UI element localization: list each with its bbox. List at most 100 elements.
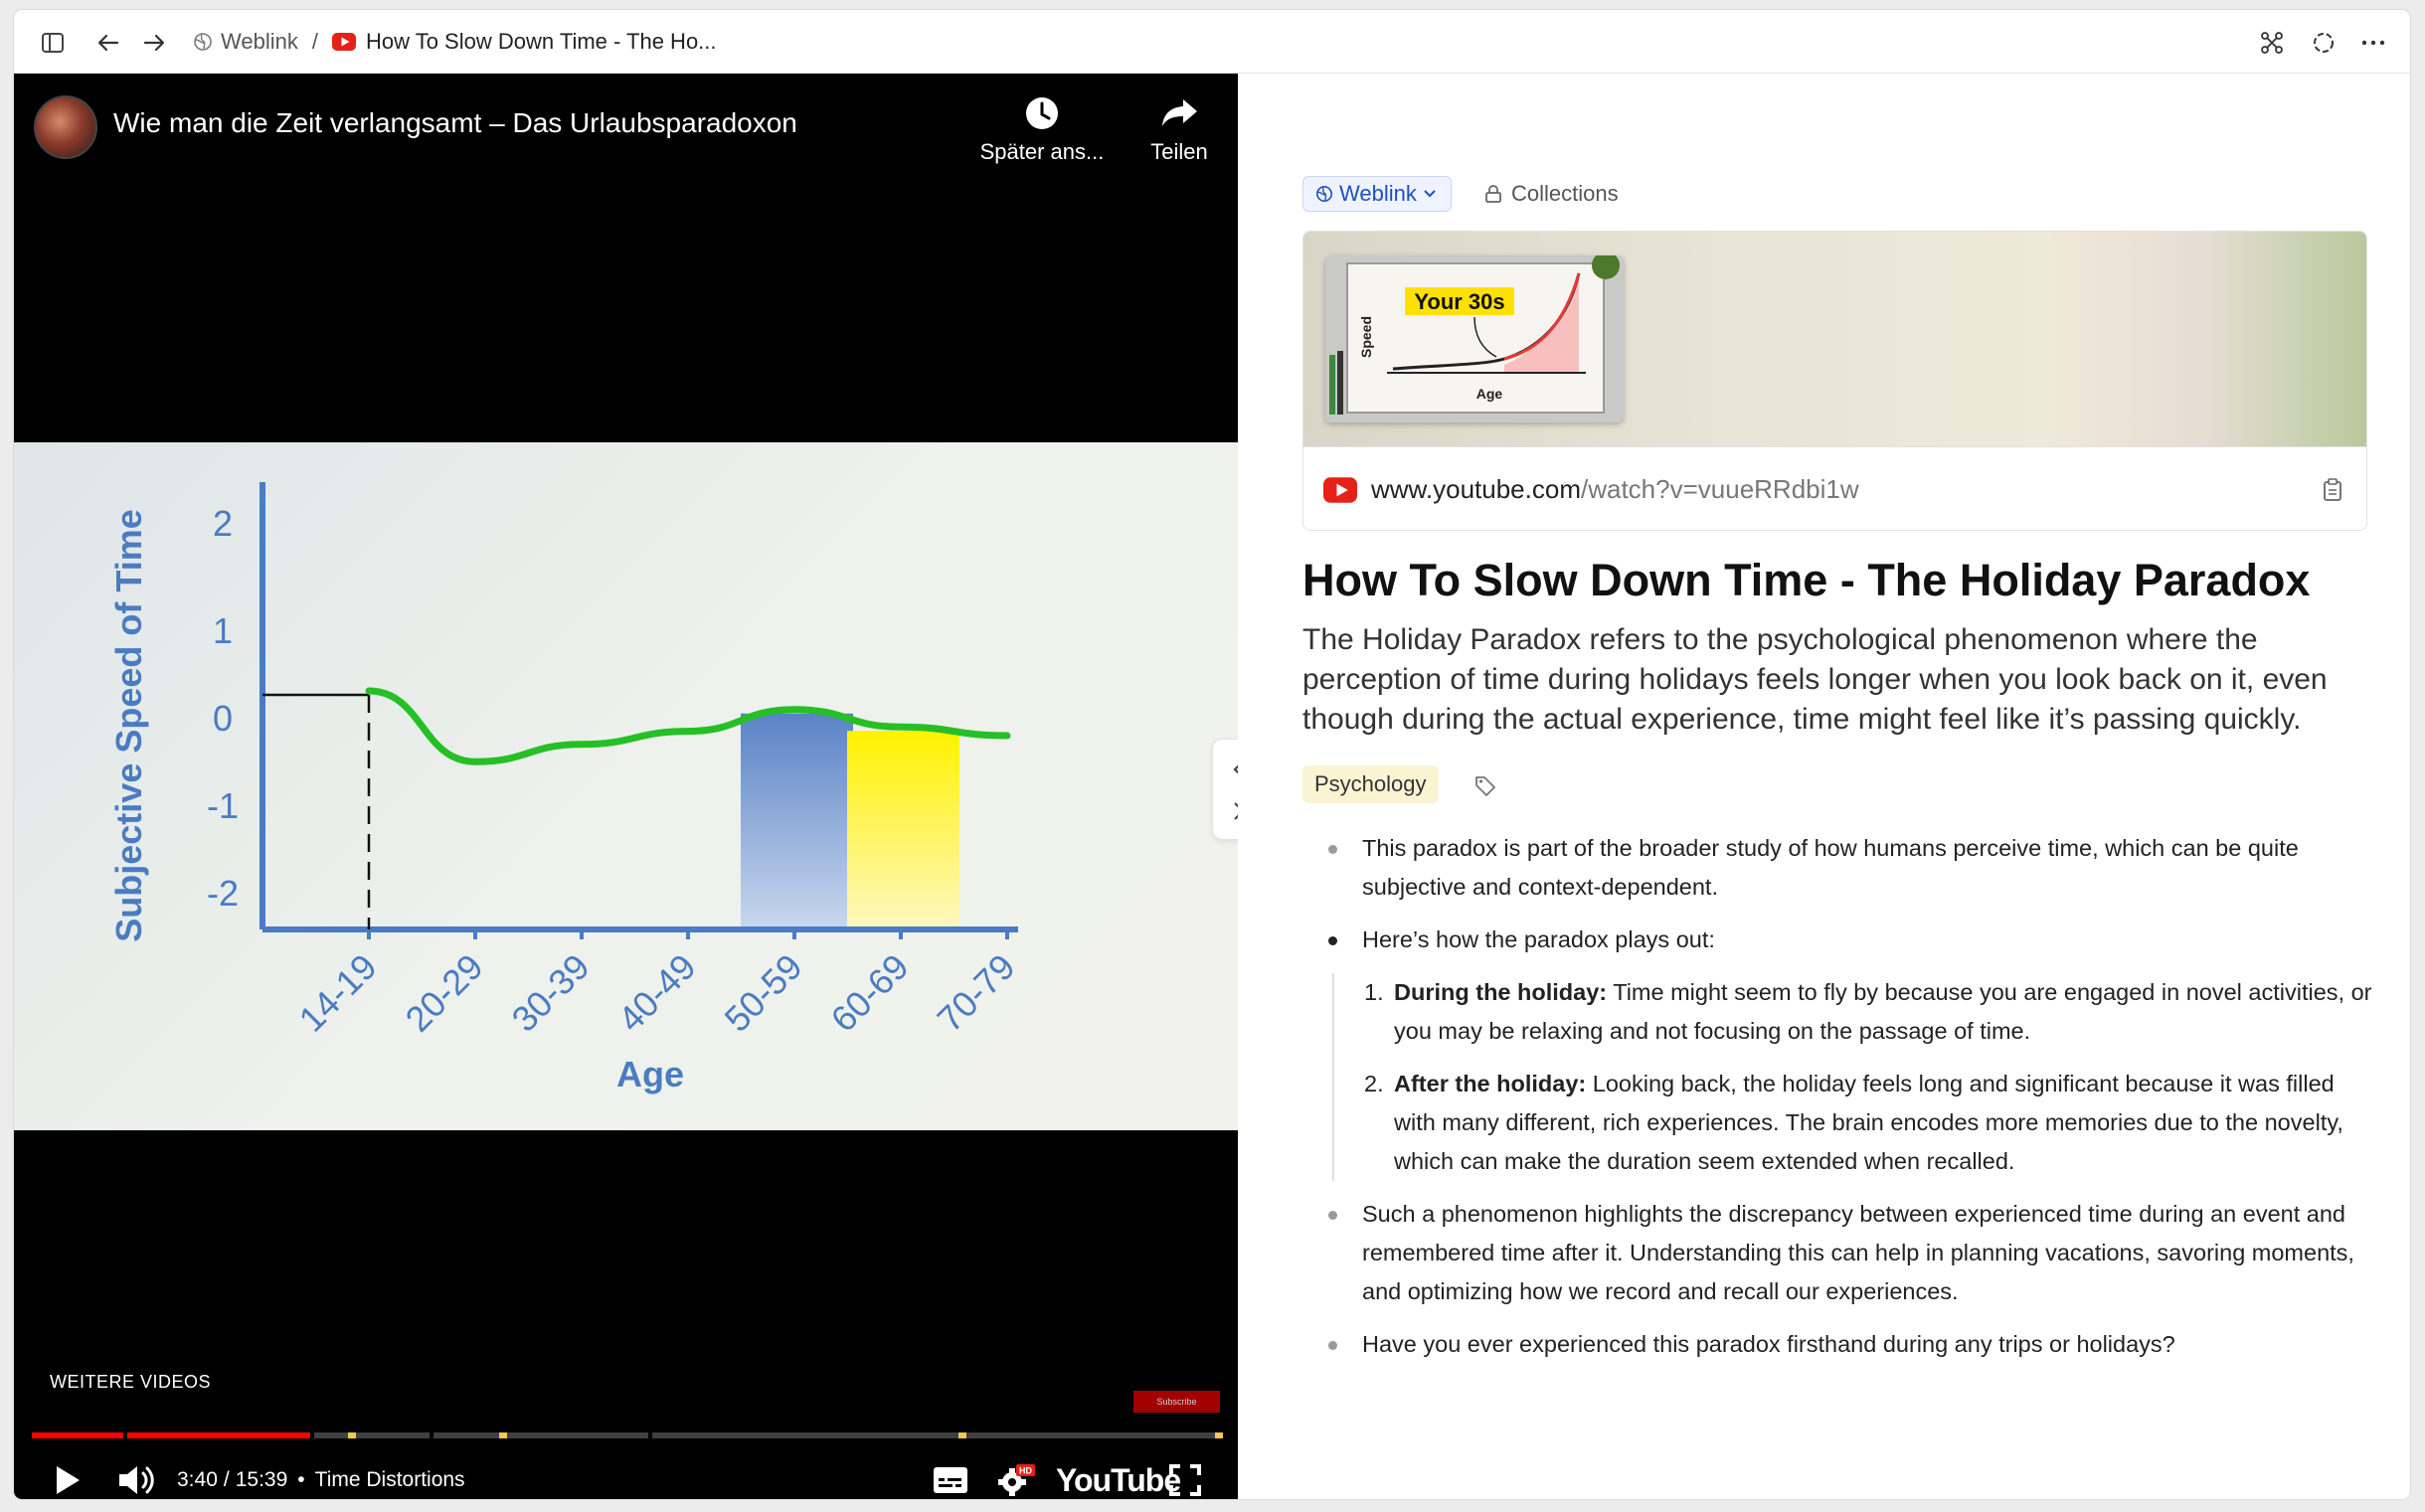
page-heading: How To Slow Down Time - The Holiday Para… (1302, 555, 2311, 605)
source-type-dropdown[interactable]: Weblink (1302, 176, 1452, 212)
notes-list: This paradox is part of the broader stud… (1316, 829, 2380, 1378)
tag-icon[interactable] (1473, 773, 1497, 797)
fullscreen-icon (1169, 1464, 1201, 1496)
breadcrumb-page-title[interactable]: How To Slow Down Time - The Ho... (366, 29, 717, 55)
item-bold: After the holiday: (1394, 1071, 1587, 1096)
hd-badge: HD (1019, 1466, 1032, 1476)
thumb-xlabel: Age (1476, 386, 1503, 402)
x-tick-label: 14-19 (291, 946, 385, 1040)
share-arrow-icon (1162, 99, 1197, 126)
clipboard-icon[interactable] (2323, 477, 2342, 502)
subtitles-icon (934, 1467, 967, 1493)
breadcrumb-weblink[interactable]: Weblink (221, 29, 298, 55)
collections-label: Collections (1511, 181, 1619, 206)
video-frame: 2 1 0 -1 -2 14-19 20-29 30-39 40-49 50-59 60-69 70-… (14, 442, 1238, 1130)
channel-avatar[interactable] (34, 95, 97, 159)
share-label: Teilen (1150, 139, 1208, 164)
sidebar-toggle-icon[interactable] (38, 28, 68, 58)
globe-icon (194, 33, 212, 51)
link-preview-card[interactable]: Your 30s Age Speed www.youtube.com/watch… (1302, 231, 2367, 531)
age-speed-chart: 2 1 0 -1 -2 14-19 20-29 30-39 40-49 50-59 60-69 70-… (108, 482, 1023, 1094)
x-tick-label: 20-29 (398, 946, 491, 1040)
chapter-gap (310, 1432, 314, 1438)
globe-icon (1315, 185, 1333, 203)
x-tick-label: 70-79 (930, 946, 1023, 1040)
chapter-gap (648, 1432, 652, 1438)
url-path: /watch?v=vuueRRdbi1w (1580, 474, 1859, 504)
list-item: This paradox is part of the broader stud… (1316, 829, 2380, 907)
play-button[interactable] (54, 1449, 82, 1499)
ad-marker (1215, 1432, 1223, 1438)
subtitles-button[interactable] (933, 1449, 968, 1499)
clock-icon (1026, 97, 1058, 129)
subscribe-label: Subscribe (1156, 1397, 1197, 1407)
item-number: 2. (1364, 1071, 1384, 1096)
fullscreen-button[interactable] (1169, 1449, 1201, 1499)
volume-button[interactable] (117, 1449, 157, 1499)
y-tick-label: 0 (213, 698, 233, 739)
focus-mode-icon[interactable] (2309, 28, 2338, 58)
link-url-row[interactable]: www.youtube.com/watch?v=vuueRRdbi1w (1303, 446, 2366, 530)
duration: 15:39 (235, 1468, 288, 1491)
back-arrow-icon[interactable] (93, 28, 123, 58)
watch-later-button[interactable]: Später ans... (972, 95, 1112, 165)
forward-arrow-icon[interactable] (139, 28, 169, 58)
time-separator: / (223, 1468, 230, 1491)
video-player[interactable]: Wie man die Zeit verlangsamt – Das Urlau… (14, 74, 1238, 1499)
chapter-gap (430, 1432, 433, 1438)
list-item: Here’s how the paradox plays out: (1316, 921, 2380, 959)
settings-button[interactable]: HD (996, 1449, 1036, 1499)
chapter-separator: • (297, 1468, 305, 1491)
thumb-caption: Your 30s (1414, 289, 1504, 314)
x-tick-label: 30-39 (504, 946, 598, 1040)
chapter-title[interactable]: Time Distortions (315, 1468, 465, 1492)
thumb-ylabel: Speed (1358, 316, 1374, 358)
breadcrumb: Weblink / How To Slow Down Time - The Ho… (193, 10, 717, 74)
y-tick-label: 1 (213, 610, 233, 651)
youtube-icon (331, 33, 356, 51)
youtube-icon (1323, 476, 1357, 503)
more-videos-label[interactable]: WEITERE VIDEOS (50, 1372, 211, 1393)
bullet-text: This paradox is part of the broader stud… (1362, 835, 2299, 900)
x-tick-label: 40-49 (610, 946, 704, 1040)
ad-marker (499, 1432, 507, 1438)
volume-icon (119, 1466, 154, 1494)
breadcrumb-separator: / (311, 29, 318, 54)
x-axis-title: Age (616, 1054, 684, 1094)
sub-list: 1. During the holiday: Time might seem t… (1332, 973, 2380, 1181)
current-time: 3:40 (177, 1468, 218, 1491)
url-host: www.youtube.com (1371, 474, 1581, 504)
video-thumbnail: Your 30s Age Speed (1325, 255, 1624, 422)
app-window: Weblink / How To Slow Down Time - The Ho… (14, 10, 2410, 1499)
list-item: Have you ever experienced this paradox f… (1316, 1325, 2380, 1364)
y-tick-label: -1 (207, 785, 239, 826)
youtube-logo-text: YouTube (1056, 1461, 1181, 1498)
item-number: 1. (1364, 979, 1384, 1005)
ad-marker (348, 1432, 356, 1438)
sub-list-item: 2. After the holiday: Looking back, the … (1364, 1065, 2380, 1181)
item-bold: During the holiday: (1394, 979, 1608, 1005)
graph-icon[interactable] (2257, 28, 2287, 58)
tag-psychology[interactable]: Psychology (1302, 765, 1439, 803)
link-url[interactable]: www.youtube.com/watch?v=vuueRRdbi1w (1371, 474, 1859, 505)
share-button[interactable]: Teilen (1110, 95, 1238, 165)
list-item: Such a phenomenon highlights the discrep… (1316, 1195, 2380, 1311)
more-options-icon[interactable] (2358, 28, 2388, 58)
x-tick-label: 50-59 (717, 946, 810, 1040)
collections-button[interactable]: Collections (1483, 176, 1619, 212)
progress-fill (32, 1432, 311, 1438)
video-title[interactable]: Wie man die Zeit verlangsamt – Das Urlau… (113, 107, 797, 139)
highlight-band (741, 713, 853, 929)
subscribe-watermark[interactable]: Subscribe (1133, 1391, 1220, 1413)
chevron-down-icon (1424, 190, 1436, 198)
highlight-band (847, 731, 959, 929)
ad-marker (958, 1432, 966, 1438)
bullet-text: Such a phenomenon highlights the discrep… (1362, 1201, 2354, 1304)
summary-text: The Holiday Paradox refers to the psycho… (1302, 623, 2328, 736)
play-icon (57, 1466, 80, 1494)
progress-bar[interactable] (32, 1432, 1223, 1438)
youtube-logo[interactable]: YouTube (1056, 1449, 1181, 1499)
preview-image: Your 30s Age Speed (1303, 232, 2366, 446)
chapter-gap (123, 1432, 127, 1438)
y-tick-label: 2 (213, 503, 233, 544)
